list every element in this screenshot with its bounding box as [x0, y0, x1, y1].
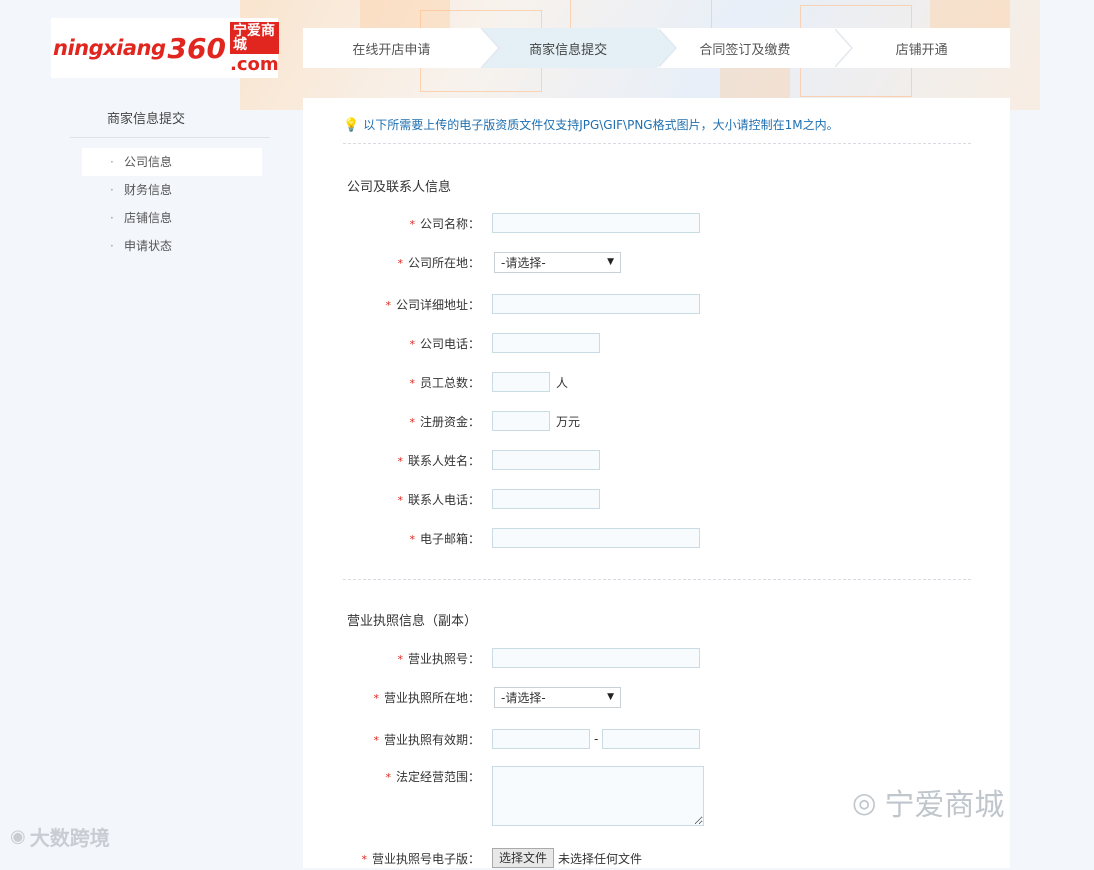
row-license-location: * 营业执照所在地： -请选择- ▼	[303, 685, 621, 709]
contact-phone-input[interactable]	[492, 489, 600, 509]
logo-word: ningxiang	[53, 36, 166, 60]
field-label: 注册资金：	[419, 414, 480, 429]
caret-down-icon: ▼	[607, 692, 614, 702]
row-capital: * 注册资金： 万元	[303, 409, 580, 433]
required-mark: *	[373, 691, 379, 705]
watermark-left: ◉ 大数跨境	[10, 822, 110, 851]
business-scope-textarea[interactable]	[492, 766, 704, 826]
row-email: * 电子邮箱：	[303, 526, 700, 550]
required-mark: *	[361, 852, 367, 866]
unit-label: 万元	[556, 414, 581, 429]
row-company-name: * 公司名称：	[303, 211, 700, 235]
form-panel: 💡 以下所需要上传的电子版资质文件仅支持JPG\GIF\PNG格式图片，大小请控制…	[303, 98, 1010, 868]
select-value: -请选择-	[501, 690, 546, 705]
field-label: 公司名称：	[419, 216, 480, 231]
select-value: -请选择-	[501, 255, 546, 270]
sidebar-item-store-info[interactable]: 店铺信息	[82, 204, 262, 232]
logo-cn: 宁爱商城	[229, 22, 279, 54]
row-company-address: * 公司详细地址：	[303, 292, 700, 316]
date-separator: -	[594, 732, 599, 746]
logo-number: 360	[167, 31, 226, 65]
step-label: 店铺开通	[895, 42, 948, 58]
company-address-input[interactable]	[492, 294, 700, 314]
field-label: 公司电话：	[419, 336, 480, 351]
step-label: 合同签订及缴费	[699, 42, 791, 58]
company-location-select[interactable]: -请选择- ▼	[494, 251, 621, 273]
step-label: 商家信息提交	[529, 42, 608, 58]
required-mark: *	[409, 415, 415, 429]
row-company-phone: * 公司电话：	[303, 331, 600, 355]
required-mark: *	[385, 298, 391, 312]
watermark-text: 宁爱商城	[884, 788, 1005, 823]
field-label: 法定经营范围：	[395, 770, 480, 784]
required-mark: *	[397, 256, 403, 270]
company-phone-input[interactable]	[492, 333, 600, 353]
row-contact-name: * 联系人姓名：	[303, 448, 600, 472]
row-company-location: * 公司所在地： -请选择- ▼	[303, 250, 621, 274]
capital-input[interactable]	[492, 411, 550, 431]
section-title-company: 公司及联系人信息	[347, 180, 452, 195]
required-mark: *	[409, 337, 415, 351]
row-business-scope: * 法定经营范围：	[303, 766, 704, 828]
unit-label: 人	[556, 375, 569, 390]
wechat-icon: ◎	[852, 785, 877, 819]
required-mark: *	[409, 376, 415, 390]
logo-com: .com	[229, 54, 279, 75]
employees-input[interactable]	[492, 372, 550, 392]
site-logo[interactable]: ningxiang 360 宁爱商城 .com	[51, 18, 279, 78]
email-input[interactable]	[492, 528, 700, 548]
file-status: 未选择任何文件	[558, 851, 643, 866]
notice-text: 以下所需要上传的电子版资质文件仅支持JPG\GIF\PNG格式图片，大小请控制在…	[363, 118, 839, 132]
row-contact-phone: * 联系人电话：	[303, 487, 600, 511]
license-valid-from-input[interactable]	[492, 729, 590, 749]
watermark-right: ◎ 宁爱商城	[852, 780, 1004, 824]
lightbulb-icon: 💡	[343, 118, 360, 133]
field-label: 公司所在地：	[407, 255, 480, 270]
row-employees: * 员工总数： 人	[303, 370, 568, 394]
license-no-input[interactable]	[492, 648, 700, 668]
field-label: 员工总数：	[419, 375, 480, 390]
step-contract: 合同签订及缴费	[656, 28, 854, 68]
field-label: 营业执照号：	[407, 651, 480, 666]
field-label: 营业执照所在地：	[383, 690, 480, 705]
contact-name-input[interactable]	[492, 450, 600, 470]
sidebar-title: 商家信息提交	[70, 96, 270, 138]
brand-icon: ◉	[10, 826, 26, 847]
section-title-license: 营业执照信息（副本）	[347, 614, 478, 629]
sidebar-list: 公司信息 财务信息 店铺信息 申请状态	[70, 148, 270, 260]
upload-notice: 💡 以下所需要上传的电子版资质文件仅支持JPG\GIF\PNG格式图片，大小请控制…	[343, 116, 971, 144]
license-valid-to-input[interactable]	[602, 729, 701, 749]
required-mark: *	[397, 652, 403, 666]
field-label: 公司详细地址：	[395, 297, 480, 312]
field-label: 电子邮箱：	[419, 531, 480, 546]
row-license-validity: * 营业执照有效期： -	[303, 727, 701, 751]
row-license-no: * 营业执照号：	[303, 646, 700, 670]
watermark-text: 大数跨境	[29, 826, 110, 850]
field-label: 营业执照有效期：	[383, 732, 480, 747]
row-license-file: * 营业执照号电子版： 选择文件 未选择任何文件	[303, 846, 642, 870]
field-label: 营业执照号电子版：	[371, 851, 480, 866]
sidebar: 商家信息提交 公司信息 财务信息 店铺信息 申请状态	[70, 96, 270, 260]
required-mark: *	[409, 532, 415, 546]
caret-down-icon: ▼	[607, 257, 614, 267]
field-label: 联系人电话：	[407, 492, 480, 507]
required-mark: *	[385, 771, 391, 784]
sidebar-item-company-info[interactable]: 公司信息	[82, 148, 262, 176]
section-divider	[343, 579, 971, 580]
required-mark: *	[373, 733, 379, 747]
step-apply: 在线开店申请	[303, 28, 500, 68]
sidebar-item-application-status[interactable]: 申请状态	[82, 232, 262, 260]
required-mark: *	[409, 217, 415, 231]
sidebar-item-finance-info[interactable]: 财务信息	[82, 176, 262, 204]
step-merchant-info: 商家信息提交	[479, 28, 677, 68]
required-mark: *	[397, 493, 403, 507]
field-label: 联系人姓名：	[407, 453, 480, 468]
progress-steps: 在线开店申请 商家信息提交 合同签订及缴费 店铺开通	[303, 28, 1010, 68]
required-mark: *	[397, 454, 403, 468]
step-label: 在线开店申请	[352, 42, 431, 58]
company-name-input[interactable]	[492, 213, 700, 233]
step-store-open: 店铺开通	[833, 28, 1010, 68]
license-location-select[interactable]: -请选择- ▼	[494, 686, 621, 708]
choose-file-button[interactable]: 选择文件	[492, 848, 555, 868]
